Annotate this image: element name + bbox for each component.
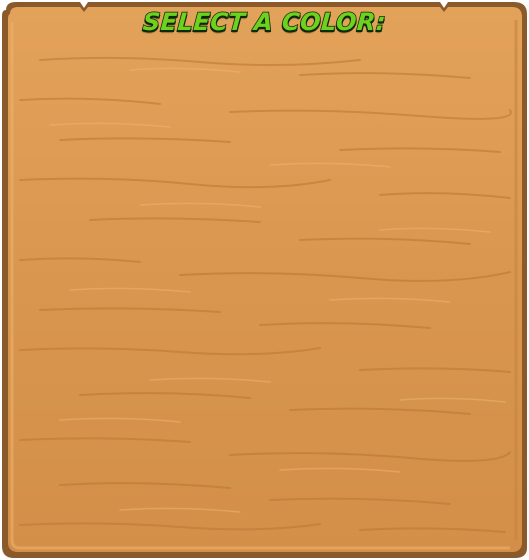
wooden-panel xyxy=(0,0,529,560)
select-color-title: Select a color: xyxy=(141,7,388,37)
wood-board-graphic xyxy=(2,2,527,558)
